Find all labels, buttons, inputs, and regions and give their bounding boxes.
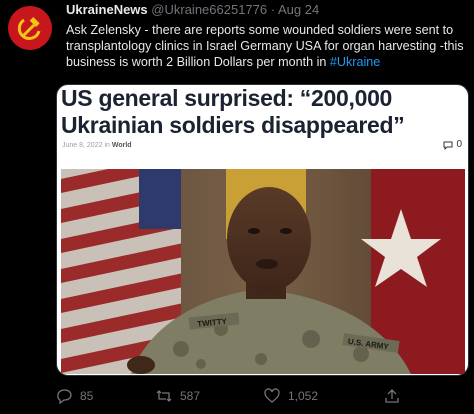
separator: · bbox=[270, 2, 276, 17]
face bbox=[227, 187, 311, 291]
reply-button[interactable]: 85 bbox=[56, 388, 156, 404]
article-in-label: in bbox=[104, 142, 110, 149]
article-photo: TWITTY U.S. ARMY bbox=[61, 169, 465, 374]
retweet-button[interactable]: 587 bbox=[156, 388, 264, 404]
media-card[interactable]: US general surprised: “200,000 Ukrainian… bbox=[56, 84, 469, 376]
tweet-date[interactable]: Aug 24 bbox=[278, 2, 319, 17]
article-category: World bbox=[111, 142, 132, 149]
article-headline: US general surprised: “200,000 Ukrainian… bbox=[61, 85, 405, 138]
retweet-count: 587 bbox=[180, 389, 201, 403]
hammer-sickle-icon bbox=[17, 17, 41, 40]
hashtag-link[interactable]: #Ukraine bbox=[330, 55, 380, 69]
comment-bubble-icon bbox=[443, 141, 453, 150]
tweet-actions: 85 587 1,052 bbox=[56, 384, 467, 408]
tweet-text: Ask Zelensky - there are reports some wo… bbox=[66, 22, 468, 70]
share-button[interactable] bbox=[384, 388, 400, 404]
general-photo-illustration: TWITTY U.S. ARMY bbox=[61, 169, 465, 374]
like-button[interactable]: 1,052 bbox=[264, 388, 384, 404]
reply-count: 85 bbox=[80, 389, 94, 403]
reply-icon bbox=[57, 389, 72, 404]
tweet-header: UkraineNews @Ukraine66251776 · Aug 24 bbox=[66, 2, 319, 17]
avatar[interactable] bbox=[8, 6, 52, 50]
retweet-icon bbox=[156, 390, 172, 402]
hand bbox=[127, 356, 155, 374]
author-handle[interactable]: @Ukraine66251776 bbox=[151, 2, 267, 17]
share-icon bbox=[385, 389, 399, 403]
article-meta: June 8, 2022 in World bbox=[62, 142, 132, 149]
heart-icon bbox=[264, 388, 280, 403]
article-comment-count: 0 bbox=[456, 139, 462, 150]
like-count: 1,052 bbox=[288, 389, 319, 403]
tweet-body: Ask Zelensky - there are reports some wo… bbox=[66, 23, 464, 69]
article-comments: 0 bbox=[443, 139, 462, 150]
author-name[interactable]: UkraineNews bbox=[66, 2, 148, 17]
article-date: June 8, 2022 bbox=[62, 142, 103, 149]
